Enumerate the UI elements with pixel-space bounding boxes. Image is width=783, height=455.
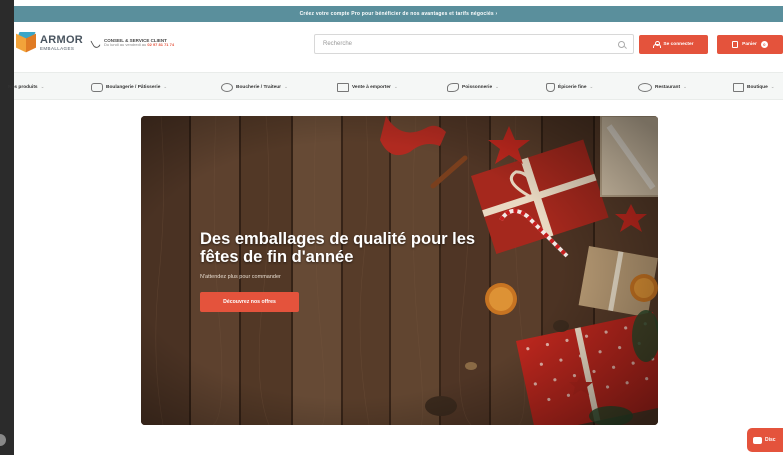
nav-item-label: Boutique — [747, 84, 768, 90]
chevron-down-icon: ⌄ — [393, 84, 398, 89]
chevron-down-icon: ⌄ — [683, 84, 687, 89]
hero-background-image — [141, 116, 658, 425]
chat-label: Disc — [765, 437, 776, 443]
nav-item-restaurant[interactable]: Restaurant ⌄ — [638, 73, 687, 101]
chevron-down-icon: ⌄ — [284, 84, 288, 89]
category-nav: Nos produits ⌄ Boulangerie / Pâtisserie ⌄ … — [8, 72, 783, 101]
nav-item-vente-emporter[interactable]: Vente à emporter ⌄ — [337, 73, 398, 101]
nav-item-label: Vente à emporter — [352, 84, 391, 90]
bag-icon — [732, 41, 739, 48]
window-edge — [0, 0, 14, 455]
cart-label: Panier — [742, 42, 757, 47]
logo-subtitle: EMBALLAGES — [40, 45, 75, 51]
chevron-down-icon: ⌄ — [770, 84, 775, 89]
promo-bar[interactable]: Créez votre compte Pro pour bénéficier d… — [14, 6, 783, 22]
discover-offers-button[interactable]: Découvrez nos offres — [200, 292, 299, 312]
cart-count-badge: 0 — [760, 41, 768, 48]
jar-icon — [546, 82, 555, 92]
search-bar[interactable]: Recherche — [314, 34, 634, 54]
site-header: ARMOR EMBALLAGES CONSEIL & SERVICE CLIEN… — [14, 26, 783, 68]
chevron-down-icon: ⌄ — [495, 84, 499, 89]
nav-item-label: Nos produits — [8, 84, 38, 90]
chevron-down-icon: ⌄ — [589, 84, 594, 89]
shop-icon — [733, 82, 744, 92]
meat-icon — [221, 82, 233, 92]
chat-icon — [753, 436, 762, 444]
fish-icon — [447, 82, 459, 92]
login-label: Se connecter — [663, 42, 694, 47]
nav-item-boucherie[interactable]: Boucherie / Traiteur ⌄ — [221, 73, 288, 101]
nav-item-boulangerie[interactable]: Boulangerie / Pâtisserie ⌄ — [91, 73, 167, 101]
takeaway-icon — [337, 82, 349, 92]
nav-item-label: Poissonnerie — [462, 84, 493, 90]
nav-item-label: Restaurant — [655, 84, 681, 90]
nav-item-poissonnerie[interactable]: Poissonnerie ⌄ — [447, 73, 499, 101]
customer-service: CONSEIL & SERVICE CLIENT Du lundi au ven… — [90, 36, 174, 50]
cutlery-icon — [638, 82, 652, 92]
search-input[interactable]: Recherche — [323, 41, 618, 47]
chevron-down-icon: ⌄ — [163, 84, 168, 89]
logo-title: ARMOR — [40, 33, 84, 46]
nav-item-label: Épicerie fine — [558, 84, 587, 90]
phone-icon — [90, 36, 102, 50]
nav-item-produits[interactable]: Nos produits ⌄ — [8, 73, 44, 101]
nav-item-label: Boucherie / Traiteur — [236, 84, 282, 90]
nav-item-boutique[interactable]: Boutique ⌄ — [733, 73, 775, 101]
logo[interactable]: ARMOR EMBALLAGES — [16, 32, 83, 54]
login-button[interactable]: Se connecter — [639, 35, 708, 54]
cart-button[interactable]: Panier 0 — [717, 35, 783, 54]
page: Créez votre compte Pro pour bénéficier d… — [0, 0, 783, 455]
search-icon[interactable] — [618, 40, 625, 48]
chat-widget-button[interactable]: Disc — [747, 428, 783, 452]
cube-logo-icon — [16, 32, 36, 54]
page-content: Créez votre compte Pro pour bénéficier d… — [8, 0, 783, 455]
user-icon — [653, 41, 662, 48]
service-hours: Du lundi au vendredi au — [104, 42, 147, 48]
promo-text[interactable]: Créez votre compte Pro pour bénéficier d… — [300, 11, 498, 17]
hero-banner[interactable]: Des emballages de qualité pour les fêtes… — [141, 116, 658, 425]
chevron-down-icon: ⌄ — [40, 84, 45, 89]
nav-item-label: Boulangerie / Pâtisserie — [106, 84, 161, 90]
hero-subtitle: N'attendez plus pour commander — [200, 274, 281, 280]
nav-item-epicerie[interactable]: Épicerie fine ⌄ — [546, 73, 593, 101]
hero-title: Des emballages de qualité pour les fêtes… — [200, 230, 476, 267]
bread-icon — [91, 82, 103, 92]
service-phone[interactable]: 02 97 81 71 74 — [147, 42, 174, 47]
